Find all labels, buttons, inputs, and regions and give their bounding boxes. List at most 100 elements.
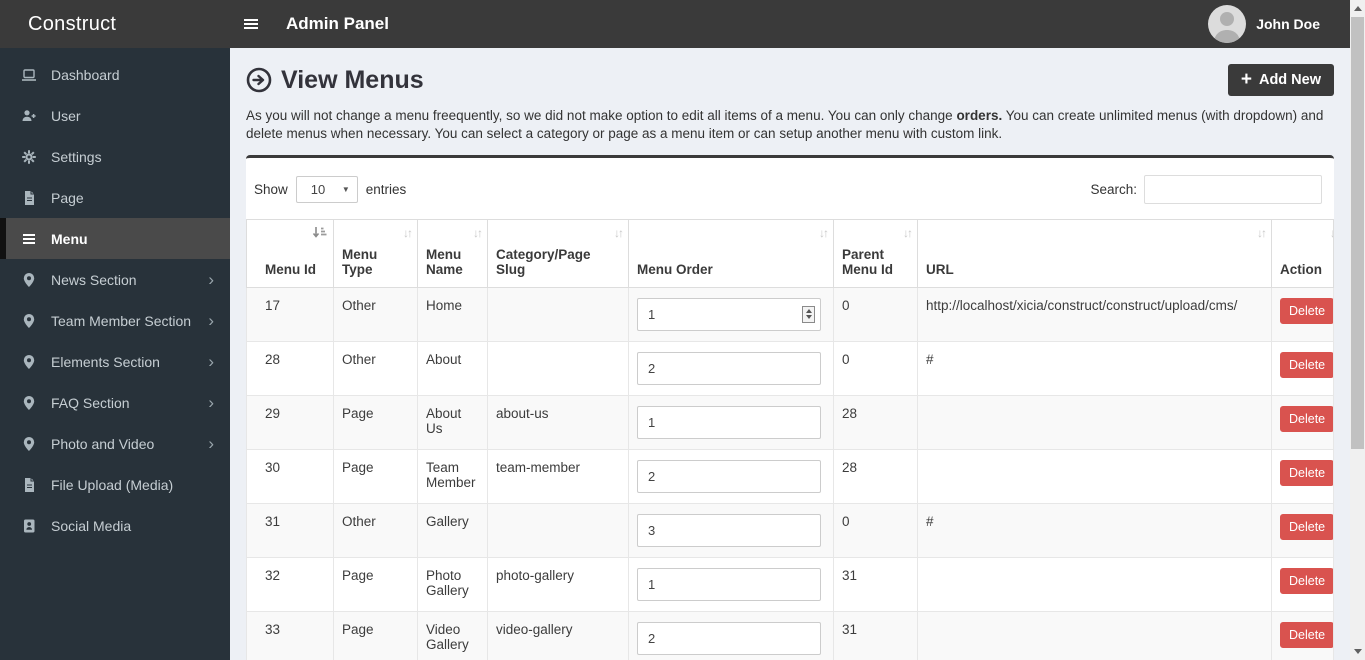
cell-category-page-slug xyxy=(487,503,629,558)
page-title-text: View Menus xyxy=(281,65,424,94)
delete-button[interactable]: Delete xyxy=(1280,405,1333,432)
menu-order-input[interactable] xyxy=(637,405,821,439)
add-new-label: Add New xyxy=(1258,72,1321,88)
cell-menu-name: About xyxy=(417,341,488,396)
sidebar-item-faq-section[interactable]: FAQ Section › xyxy=(0,382,230,423)
table-row: 30PageTeam Memberteam-member 28 Delete xyxy=(246,449,1334,504)
sidebar-item-news-section[interactable]: News Section › xyxy=(0,259,230,300)
sidebar-item-label: Menu xyxy=(51,230,88,247)
sidebar-item-file-upload-media[interactable]: File Upload (Media) xyxy=(0,464,230,505)
cell-category-page-slug xyxy=(487,341,629,396)
sidebar-item-page[interactable]: Page xyxy=(0,177,230,218)
delete-button[interactable]: Delete xyxy=(1280,459,1333,486)
cell-url: # xyxy=(917,341,1272,396)
cell-menu-type: Other xyxy=(333,341,418,396)
column-header-menu-order[interactable]: Menu Order ↓↑ xyxy=(628,218,834,288)
sidebar-item-dashboard[interactable]: Dashboard xyxy=(0,54,230,95)
menu-order-input[interactable] xyxy=(637,513,821,547)
sidebar-item-label: Team Member Section xyxy=(51,312,192,329)
menu-order-input[interactable] xyxy=(637,297,821,331)
plus-icon: + xyxy=(1240,68,1252,90)
sidebar-item-team-member-section[interactable]: Team Member Section › xyxy=(0,300,230,341)
menu-order-input[interactable] xyxy=(637,459,821,493)
chevron-right-icon: › xyxy=(208,352,214,371)
cell-menu-type: Page xyxy=(333,557,418,612)
chevron-right-icon: › xyxy=(208,311,214,330)
sidebar-item-label: File Upload (Media) xyxy=(51,476,174,493)
cell-menu-name: Home xyxy=(417,287,488,342)
cell-action: Delete xyxy=(1271,449,1334,504)
file-icon xyxy=(20,477,38,493)
column-label: Category/Page Slug xyxy=(496,246,591,277)
sort-icon: ↓↑ xyxy=(903,225,913,240)
cell-parent-menu-id: 28 xyxy=(833,449,918,504)
column-header-parent-menu-id[interactable]: Parent Menu Id ↓↑ xyxy=(833,218,918,288)
cell-menu-id: 17 xyxy=(246,287,334,342)
delete-button[interactable]: Delete xyxy=(1280,513,1333,540)
column-header-menu-type[interactable]: Menu Type ↓↑ xyxy=(333,218,418,288)
vertical-scrollbar[interactable] xyxy=(1350,0,1365,660)
sort-icon: ↓↑ xyxy=(614,225,624,240)
cell-url: http://localhost/xicia/construct/constru… xyxy=(917,287,1272,342)
column-label: Parent Menu Id xyxy=(842,246,893,277)
map-pin-icon xyxy=(20,272,38,288)
cell-parent-menu-id: 0 xyxy=(833,503,918,558)
cell-category-page-slug xyxy=(487,287,629,342)
entries-select-value: 10 xyxy=(310,181,326,197)
cell-url xyxy=(917,395,1272,450)
cell-category-page-slug: about-us xyxy=(487,395,629,450)
sidebar-item-menu[interactable]: Menu xyxy=(0,218,230,259)
cell-url: # xyxy=(917,503,1272,558)
sidebar-item-social-media[interactable]: Social Media xyxy=(0,505,230,546)
column-header-menu-id[interactable]: Menu Id xyxy=(246,218,334,288)
user-plus-icon xyxy=(20,108,38,124)
file-icon xyxy=(20,190,38,206)
number-spinner-icon[interactable] xyxy=(802,305,815,323)
column-header-category-page-slug[interactable]: Category/Page Slug ↓↑ xyxy=(487,218,629,288)
cell-menu-order xyxy=(628,503,834,558)
sort-icon: ↓↑ xyxy=(403,225,413,240)
cell-action: Delete xyxy=(1271,503,1334,558)
delete-button[interactable]: Delete xyxy=(1280,567,1333,594)
sidebar-item-photo-and-video[interactable]: Photo and Video › xyxy=(0,423,230,464)
chevron-right-icon: › xyxy=(208,434,214,453)
scroll-up-icon[interactable] xyxy=(1350,0,1365,17)
delete-button[interactable]: Delete xyxy=(1280,351,1333,378)
delete-button[interactable]: Delete xyxy=(1280,297,1333,324)
column-header-url[interactable]: URL ↓↑ xyxy=(917,218,1272,288)
brand-logo[interactable]: Construct xyxy=(0,13,230,36)
scrollbar-thumb[interactable] xyxy=(1351,17,1364,449)
column-header-action[interactable]: Action ↓↑ xyxy=(1271,218,1334,288)
entries-label: entries xyxy=(365,181,407,197)
cell-menu-order xyxy=(628,287,834,342)
entries-select[interactable]: 10 ▼ xyxy=(295,175,358,203)
delete-button[interactable]: Delete xyxy=(1280,621,1333,648)
sidebar-item-elements-section[interactable]: Elements Section › xyxy=(0,341,230,382)
sort-icon: ↓↑ xyxy=(473,225,483,240)
sidebar-item-label: Dashboard xyxy=(51,66,120,83)
user-menu[interactable]: John Doe xyxy=(1208,5,1320,43)
map-pin-icon xyxy=(20,313,38,329)
column-header-menu-name[interactable]: Menu Name ↓↑ xyxy=(417,218,488,288)
cell-menu-type: Page xyxy=(333,395,418,450)
table-row: 17OtherHome 0http://localhost/xicia/const… xyxy=(246,287,1334,342)
show-label: Show xyxy=(254,181,288,197)
search-label: Search: xyxy=(1090,181,1137,197)
menu-order-input[interactable] xyxy=(637,621,821,655)
sidebar-item-user[interactable]: User xyxy=(0,95,230,136)
cell-menu-name: Gallery xyxy=(417,503,488,558)
gear-icon xyxy=(20,149,38,165)
cell-menu-name: Video Gallery xyxy=(417,611,488,660)
add-new-button[interactable]: + Add New xyxy=(1227,64,1334,96)
search-input[interactable] xyxy=(1144,174,1322,204)
sort-icon: ↓↑ xyxy=(1257,225,1267,240)
sidebar-item-settings[interactable]: Settings xyxy=(0,136,230,177)
menu-order-input[interactable] xyxy=(637,351,821,385)
column-label: URL xyxy=(926,261,954,277)
sidebar-toggle-icon[interactable] xyxy=(244,17,258,31)
cell-menu-id: 33 xyxy=(246,611,334,660)
menu-order-input[interactable] xyxy=(637,567,821,601)
scroll-down-icon[interactable] xyxy=(1350,643,1365,660)
map-pin-icon xyxy=(20,395,38,411)
sort-ascending-icon xyxy=(312,226,327,242)
